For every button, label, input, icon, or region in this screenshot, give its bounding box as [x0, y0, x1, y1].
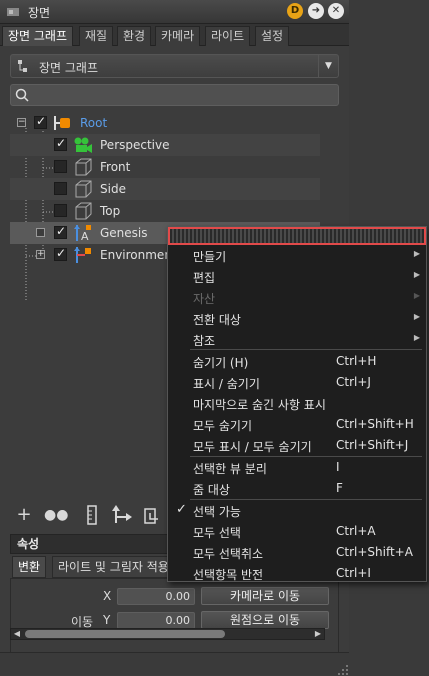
menu-item-hide-all[interactable]: 모두 숨기기 Ctrl+Shift+H [168, 414, 426, 435]
tree-row-front[interactable]: Front [10, 156, 320, 178]
visibility-checkbox[interactable] [54, 204, 67, 217]
root-icon [54, 116, 70, 130]
horizontal-scrollbar[interactable]: ◀ ▶ [10, 628, 325, 640]
menu-item-assets: 자산 ▶ [193, 291, 420, 306]
daz-icon[interactable]: D [287, 3, 303, 19]
visibility-checkbox[interactable] [34, 114, 47, 129]
scrollbar-thumb[interactable] [25, 630, 225, 638]
camera-cube-icon [75, 202, 92, 220]
chevron-down-icon[interactable]: ▼ [318, 55, 338, 77]
menu-item-selectable[interactable]: ✓ 선택 가능 [168, 500, 426, 521]
menu-item-reference[interactable]: 참조 ▶ [168, 329, 426, 350]
tree-label: Top [100, 204, 121, 218]
unparent-icon[interactable] [142, 503, 166, 527]
visibility-checkbox[interactable] [54, 246, 67, 261]
add-icon[interactable]: + [12, 503, 36, 527]
tab-environment[interactable]: 환경 [117, 26, 152, 46]
submenu-arrow-icon: ▶ [413, 270, 420, 279]
tree-label: Environment [100, 248, 177, 262]
expand-icon[interactable]: + [36, 250, 45, 259]
menu-separator [190, 349, 422, 350]
perspective-icon [74, 137, 92, 153]
search-input[interactable] [33, 87, 333, 103]
y-value-field[interactable]: 0.00 [117, 612, 195, 629]
tree-label: Front [100, 160, 131, 174]
tab-transform[interactable]: 변환 [12, 556, 47, 578]
visibility-checkbox[interactable] [54, 160, 67, 173]
tab-light-shadow[interactable]: 라이트 및 그림자 적용 [52, 556, 170, 578]
tab-settings[interactable]: 설정 [255, 26, 290, 46]
x-value-field[interactable]: 0.00 [117, 588, 195, 605]
panel-icon [7, 8, 19, 16]
scene-selector-value: 장면 그래프 [39, 61, 99, 75]
menu-item-hide[interactable]: 숨기기 (H) Ctrl+H [168, 351, 426, 372]
tree-row-side[interactable]: Side [10, 178, 320, 200]
menu-tearoff-handle[interactable] [168, 227, 426, 245]
search-icon [15, 88, 29, 102]
properties-header: 속성 [10, 534, 170, 554]
scroll-right-icon[interactable]: ▶ [312, 629, 324, 639]
menu-item-isolate-view[interactable]: 선택한 뷰 분리 I [168, 457, 426, 478]
menu-item-select-all[interactable]: 모두 선택 Ctrl+A [168, 521, 426, 542]
y-label: Y [103, 613, 111, 627]
properties-area: X 0.00 카메라로 이동 이동 Y 0.00 원점으로 이동 [10, 578, 339, 658]
camera-cube-icon [75, 180, 92, 198]
scene-toolbar: + ●● [10, 501, 170, 529]
submenu-arrow-icon: ▶ [413, 312, 420, 321]
submenu-arrow-icon: ▶ [413, 291, 420, 300]
visibility-checkbox[interactable] [54, 182, 67, 195]
tab-material[interactable]: 재질 [79, 26, 114, 46]
properties-tabs: 변환 라이트 및 그림자 적용 [10, 556, 170, 578]
close-icon[interactable]: ✕ [328, 3, 344, 19]
group-icon[interactable]: ●● [44, 503, 68, 527]
menu-item-invert-selection[interactable]: 선택항목 반전 Ctrl+I [168, 563, 426, 584]
forward-arrow-icon[interactable]: ➜ [308, 3, 324, 19]
move-to-camera-button[interactable]: 카메라로 이동 [201, 587, 329, 605]
window-titlebar: 장면 D ➜ ✕ [0, 0, 349, 24]
menu-item-zoom-to[interactable]: 줌 대상 F [168, 478, 426, 499]
scene-selector-dropdown[interactable]: 장면 그래프 ▼ [10, 54, 339, 78]
tree-label: Genesis [100, 226, 148, 240]
tab-scene-graph[interactable]: 장면 그래프 [2, 26, 74, 46]
submenu-arrow-icon: ▶ [413, 333, 420, 342]
status-strip [0, 652, 349, 675]
tree-label: Side [100, 182, 126, 196]
tree-label: Perspective [100, 138, 170, 152]
submenu-arrow-icon: ▶ [413, 249, 420, 258]
tree-row-root[interactable]: − Root [10, 112, 320, 134]
visibility-checkbox[interactable] [54, 224, 67, 239]
camera-cube-icon [75, 158, 92, 176]
menu-item-show-hide[interactable]: 표시 / 숨기기 Ctrl+J [168, 372, 426, 393]
menu-item-show-all-hide-all[interactable]: 모두 표시 / 모두 숨기기 Ctrl+Shift+J [168, 435, 426, 456]
resize-grip-icon[interactable] [335, 662, 349, 676]
visibility-checkbox[interactable] [54, 136, 67, 151]
scroll-left-icon[interactable]: ◀ [11, 629, 23, 639]
expand-icon[interactable] [36, 228, 45, 237]
svg-text:A: A [81, 230, 89, 243]
collapse-icon[interactable]: − [17, 118, 26, 127]
tab-camera[interactable]: 카메라 [155, 26, 201, 46]
tree-row-top[interactable]: Top [10, 200, 320, 222]
move-to-origin-button[interactable]: 원점으로 이동 [201, 611, 329, 629]
context-menu: 만들기 ▶ 편집 ▶ 자산 ▶ 전환 대상 ▶ 참조 ▶ 숨기기 (H) Ctr… [167, 226, 427, 582]
window-title: 장면 [28, 6, 51, 20]
hierarchy-icon [18, 60, 27, 72]
ruler-icon[interactable] [80, 503, 104, 527]
parent-icon[interactable] [110, 503, 134, 527]
menu-item-deselect-all[interactable]: 모두 선택취소 Ctrl+Shift+A [168, 542, 426, 563]
x-label: X [103, 589, 112, 603]
menu-item-create[interactable]: 만들기 ▶ [168, 245, 426, 266]
menu-item-edit[interactable]: 편집 ▶ [168, 266, 426, 287]
search-box[interactable] [10, 84, 339, 106]
tree-row-perspective[interactable]: Perspective [10, 134, 320, 156]
menu-item-show-last-hidden[interactable]: 마지막으로 숨긴 사항 표시 [168, 393, 426, 414]
tab-light[interactable]: 라이트 [205, 26, 251, 46]
pane-tabs: 장면 그래프 재질 환경 카메라 라이트 설정 [0, 24, 349, 46]
figure-icon: A [74, 225, 91, 243]
menu-item-convert[interactable]: 전환 대상 ▶ [168, 308, 426, 329]
checkmark-icon: ✓ [176, 502, 187, 517]
tree-label: Root [80, 116, 108, 130]
environment-icon [74, 247, 91, 263]
